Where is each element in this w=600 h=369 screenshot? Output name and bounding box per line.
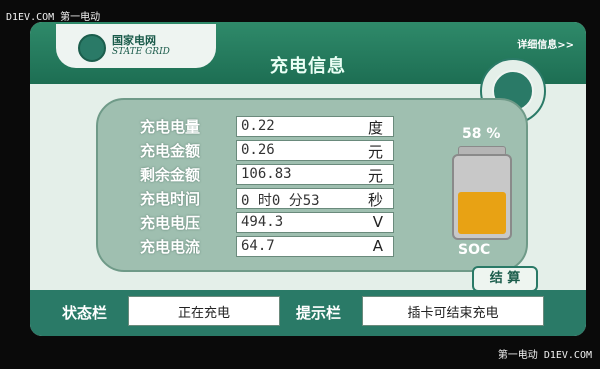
status-bar: 状态栏 正在充电 提示栏 插卡可结束充电 xyxy=(30,290,586,336)
row-value: 106.83 xyxy=(241,166,292,182)
battery-fill xyxy=(458,192,506,234)
row-unit: 元 xyxy=(367,143,383,161)
battery-icon xyxy=(450,146,512,240)
row-label: 充电金额 xyxy=(140,142,201,160)
settle-button[interactable]: 结 算 xyxy=(472,266,538,292)
hint-field: 插卡可结束充电 xyxy=(362,296,544,326)
row-label: 充电电流 xyxy=(140,238,201,256)
row-remaining-balance: 剩余金额 106.83 元 xyxy=(140,164,430,185)
hint-value: 插卡可结束充电 xyxy=(407,306,499,321)
row-value: 64.7 xyxy=(241,238,275,254)
charging-screen: 国家电网 STATE GRID 充电信息 详细信息>> 充电电量 0.22 度 … xyxy=(30,22,586,336)
row-charge-voltage: 充电电压 494.3 V xyxy=(140,212,430,233)
row-unit: 元 xyxy=(367,167,383,185)
row-label: 充电时间 xyxy=(140,190,201,208)
value-field: 64.7 A xyxy=(236,236,394,257)
row-charge-current: 充电电流 64.7 A xyxy=(140,236,430,257)
value-field: 0 时0 分53 秒 xyxy=(236,188,394,209)
row-label: 充电电压 xyxy=(140,214,201,232)
soc-label: SOC xyxy=(458,242,491,258)
row-unit: V xyxy=(372,213,383,231)
detail-info-link[interactable]: 详细信息>> xyxy=(517,36,574,51)
value-field: 494.3 V xyxy=(236,212,394,233)
watermark-top: D1EV.COM 第一电动 xyxy=(6,12,101,23)
row-unit: A xyxy=(372,237,383,255)
row-value: 0.22 xyxy=(241,118,275,134)
row-label: 充电电量 xyxy=(140,118,201,136)
row-value: 494.3 xyxy=(241,214,284,230)
hint-label: 提示栏 xyxy=(296,304,342,322)
battery-percent: 58 % xyxy=(462,126,501,142)
value-field: 0.26 元 xyxy=(236,140,394,161)
value-field: 0.22 度 xyxy=(236,116,394,137)
status-field: 正在充电 xyxy=(128,296,280,326)
row-value: 0 时0 分53 xyxy=(241,193,320,209)
value-field: 106.83 元 xyxy=(236,164,394,185)
charging-info-panel: 充电电量 0.22 度 充电金额 0.26 元 剩余金额 106.83 元 充电… xyxy=(96,98,528,272)
row-label: 剩余金额 xyxy=(140,166,201,184)
row-charged-energy: 充电电量 0.22 度 xyxy=(140,116,430,137)
row-charged-amount: 充电金额 0.26 元 xyxy=(140,140,430,161)
watermark-bottom: 第一电动 D1EV.COM xyxy=(497,350,592,361)
status-value: 正在充电 xyxy=(177,306,230,321)
row-unit: 度 xyxy=(367,119,383,137)
battery-body xyxy=(452,154,512,240)
row-charge-time: 充电时间 0 时0 分53 秒 xyxy=(140,188,430,209)
status-label: 状态栏 xyxy=(62,304,108,322)
logo-text-cn: 国家电网 xyxy=(112,34,156,47)
row-unit: 秒 xyxy=(367,191,383,209)
row-value: 0.26 xyxy=(241,142,275,158)
